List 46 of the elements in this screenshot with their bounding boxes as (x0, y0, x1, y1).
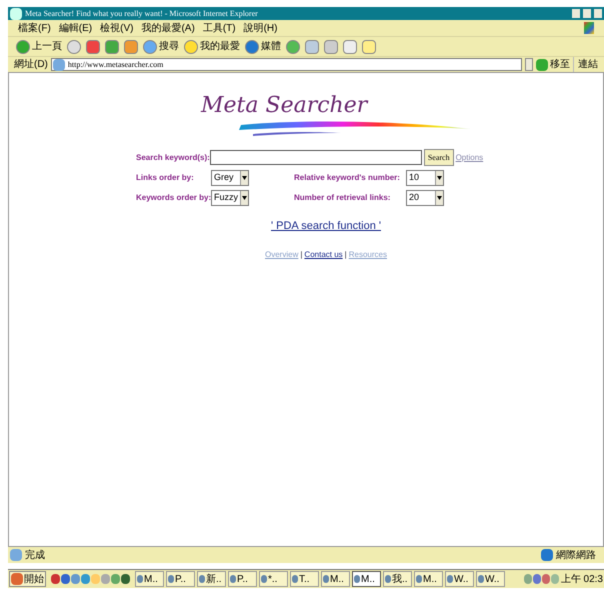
search-button[interactable]: 搜尋 (143, 39, 179, 54)
media-button[interactable]: 媒體 (245, 39, 281, 54)
status-text: 完成 (25, 548, 46, 562)
taskbar-button[interactable]: W.. (476, 571, 505, 587)
separator: | (344, 248, 347, 260)
search-keywords-label: Search keyword(s): (136, 152, 210, 164)
go-button[interactable]: 移至 (536, 57, 570, 72)
address-label: 網址(D) (14, 58, 48, 72)
address-field[interactable]: http://www.metasearcher.com (50, 58, 522, 71)
taskbar-button[interactable]: M.. (414, 571, 443, 587)
taskbar-button[interactable]: P.. (166, 571, 195, 587)
menu-item[interactable]: 工具(T) (202, 20, 236, 36)
taskbar-button[interactable]: M.. (352, 571, 381, 587)
field-label: Links order by: (136, 172, 195, 184)
dropdown[interactable]: Grey (211, 170, 249, 186)
search-button[interactable]: Search (424, 149, 454, 166)
taskbar-button[interactable]: M.. (321, 571, 350, 587)
taskbar-button[interactable]: P.. (228, 571, 257, 587)
favorites-button[interactable]: 我的最愛 (184, 39, 240, 54)
search-field[interactable] (210, 150, 422, 165)
logo: Meta Searcher (201, 95, 368, 117)
footer-link[interactable]: Contact us (304, 248, 343, 260)
dropdown[interactable]: Fuzzy (211, 190, 249, 206)
zone-text: 網際網路 (556, 548, 597, 562)
field-label: Relative keyword's number: (294, 172, 401, 184)
taskbar-button[interactable]: 新.. (197, 571, 226, 587)
taskbar-button[interactable]: M.. (135, 571, 164, 587)
menu-item[interactable]: 檢視(V) (100, 20, 134, 36)
clock: 上午 02:3 (560, 572, 603, 586)
field-label: Keywords order by: (136, 192, 211, 204)
menu-item[interactable]: 檔案(F) (18, 20, 51, 36)
taskbar-button[interactable]: W.. (445, 571, 474, 587)
field-label: Number of retrieval links: (294, 192, 392, 204)
taskbar-button[interactable]: T.. (290, 571, 319, 587)
dropdown[interactable]: 10 (406, 170, 444, 186)
menu-item[interactable]: 說明(H) (244, 20, 278, 36)
menu-item[interactable]: 編輯(E) (58, 20, 92, 36)
start-button[interactable]: 開始 (9, 571, 46, 587)
back-button[interactable]: 上一頁 (16, 39, 62, 54)
dropdown[interactable]: 20 (406, 190, 444, 206)
separator: | (300, 248, 302, 260)
window-title: Meta Searcher! Find what you really want! - Microsoft Internet Explorer (25, 8, 259, 20)
menu-item[interactable]: 我的最愛(A) (141, 20, 195, 36)
pda-search-link[interactable]: ' PDA search function ' (271, 218, 381, 234)
taskbar-button[interactable]: *.. (259, 571, 288, 587)
taskbar-button[interactable]: 我.. (383, 571, 412, 587)
